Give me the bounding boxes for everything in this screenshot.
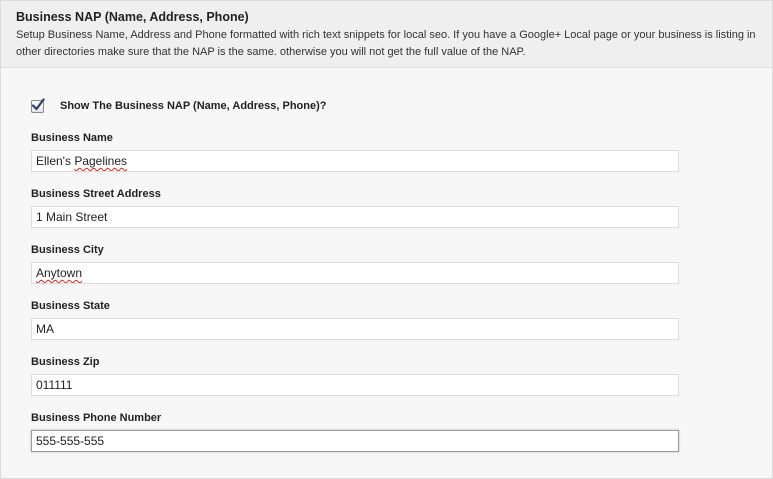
show-nap-checkbox[interactable] [31,97,45,113]
business-city-value: Anytown [36,266,83,280]
business-state-field: Business State MA [31,299,679,340]
business-state-label: Business State [31,300,110,312]
section-header: Business NAP (Name, Address, Phone) Setu… [1,1,772,68]
business-nap-panel: Business NAP (Name, Address, Phone) Setu… [0,0,773,479]
show-nap-row: Show The Business NAP (Name, Address, Ph… [31,97,327,114]
business-city-field: Business City Anytown [31,243,679,284]
business-name-field: Business Name Ellen's Pagelines [31,131,679,172]
business-name-value-misspelled: Pagelines [74,154,128,168]
business-phone-input[interactable]: 555-555-555 [31,430,679,452]
business-name-input[interactable]: Ellen's Pagelines [31,150,679,172]
section-title: Business NAP (Name, Address, Phone) [16,10,249,24]
business-city-input[interactable]: Anytown [31,262,679,284]
business-street-input[interactable]: 1 Main Street [31,206,679,228]
checkmark-icon [31,97,45,110]
business-phone-label: Business Phone Number [31,412,162,424]
business-city-label: Business City [31,244,104,256]
business-zip-label: Business Zip [31,356,100,368]
business-phone-field: Business Phone Number 555-555-555 [31,411,679,452]
business-state-input[interactable]: MA [31,318,679,340]
section-description: Setup Business Name, Address and Phone f… [16,29,756,58]
business-street-field: Business Street Address 1 Main Street [31,187,679,228]
business-zip-input[interactable]: 011111 [31,374,679,396]
business-zip-field: Business Zip 011111 [31,355,679,396]
business-street-label: Business Street Address [31,188,161,200]
business-name-value: Ellen's [36,154,75,168]
business-name-label: Business Name [31,132,113,144]
show-nap-label: Show The Business NAP (Name, Address, Ph… [60,100,327,112]
